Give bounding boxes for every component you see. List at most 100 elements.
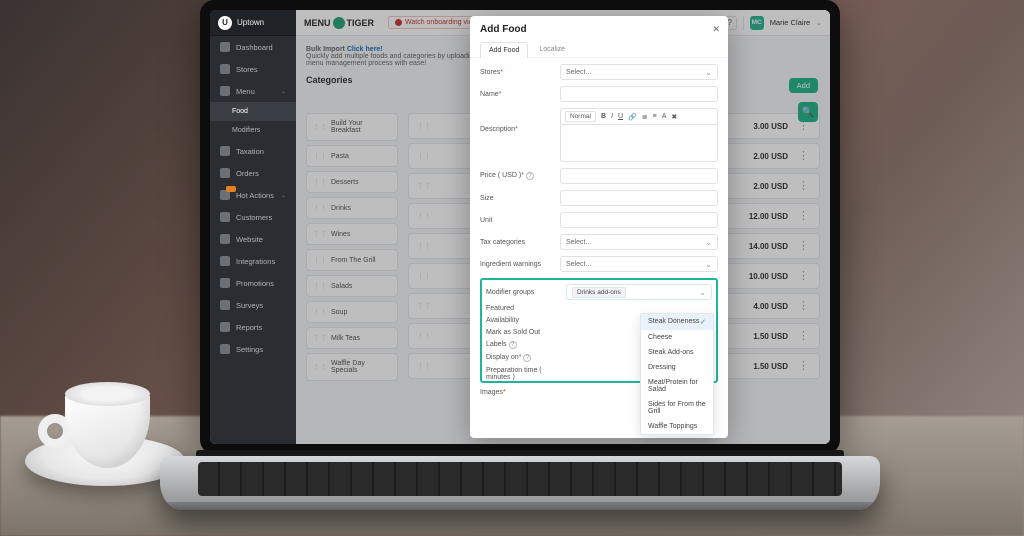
nav-modifiers[interactable]: Modifiers xyxy=(210,121,296,140)
modifier-groups-dropdown: Steak Doneness Cheese Steak Add-ons Dres… xyxy=(640,313,714,402)
nav-reports[interactable]: Reports xyxy=(210,316,296,338)
rich-text-toolbar[interactable]: Normal B I U 🔗 ≣ ≡ A ✖ xyxy=(560,108,718,124)
main-area: MENU TIGER Watch onboarding video FAQ eB… xyxy=(296,10,830,444)
nav-settings[interactable]: Settings xyxy=(210,338,296,360)
integrations-icon xyxy=(220,256,230,266)
field-label-name: Name* xyxy=(480,91,554,98)
info-icon[interactable]: ? xyxy=(523,354,531,362)
surveys-icon xyxy=(220,300,230,310)
field-label-labels: Labels? xyxy=(486,341,560,349)
laptop: U Uptown Dashboard Stores Menu ⌄ Food Mod… xyxy=(170,0,870,520)
tab-localize[interactable]: Localize xyxy=(530,41,574,57)
nav-taxation[interactable]: Taxation xyxy=(210,140,296,162)
workspace-name: Uptown xyxy=(237,18,264,27)
dashboard-icon xyxy=(220,42,230,52)
list-icon[interactable]: ≣ xyxy=(642,113,648,121)
nav-website[interactable]: Website xyxy=(210,228,296,250)
modifier-groups-callout: Modifier groups Drinks add-ons Featured … xyxy=(480,278,718,383)
tax-select[interactable]: Select... xyxy=(560,234,718,250)
select-placeholder: Select... xyxy=(566,69,591,76)
dropdown-option[interactable]: Meat/Protein for Salad xyxy=(641,375,713,397)
field-label-price: Price ( USD )*? xyxy=(480,172,554,180)
coffee-cup xyxy=(50,386,160,476)
warnings-select[interactable]: Select... xyxy=(560,256,718,272)
underline-icon[interactable]: U xyxy=(618,113,623,120)
field-label-size: Size xyxy=(480,195,554,202)
reports-icon xyxy=(220,322,230,332)
orders-icon xyxy=(220,168,230,178)
app-screen: U Uptown Dashboard Stores Menu ⌄ Food Mod… xyxy=(210,10,830,444)
dropdown-option[interactable]: Steak Doneness xyxy=(641,314,713,330)
font-icon[interactable]: A xyxy=(662,113,667,120)
nav-dashboard[interactable]: Dashboard xyxy=(210,36,296,58)
field-label-prep: Preparation time ( minutes ) xyxy=(486,367,560,381)
field-label-displayon: Display on*? xyxy=(486,354,560,362)
nav-stores[interactable]: Stores xyxy=(210,58,296,80)
info-icon[interactable]: ? xyxy=(526,172,534,180)
nav-promotions[interactable]: Promotions xyxy=(210,272,296,294)
hot-actions-icon xyxy=(220,190,230,200)
chevron-down-icon: ⌄ xyxy=(281,88,286,95)
italic-icon[interactable]: I xyxy=(611,113,613,120)
numbered-list-icon[interactable]: ≡ xyxy=(653,113,657,120)
nav-food[interactable]: Food xyxy=(210,102,296,121)
field-label-tax: Tax categories xyxy=(480,239,554,246)
dropdown-option[interactable]: Steak Add-ons xyxy=(641,345,713,360)
format-select[interactable]: Normal xyxy=(565,111,596,122)
nav-label: Promotions xyxy=(236,279,274,288)
size-input[interactable] xyxy=(560,190,718,206)
dropdown-option[interactable]: Sides for From the Grill xyxy=(641,397,713,402)
workspace-switcher[interactable]: U Uptown xyxy=(210,10,296,36)
clear-format-icon[interactable]: ✖ xyxy=(671,113,677,121)
website-icon xyxy=(220,234,230,244)
field-label-featured: Featured xyxy=(486,305,560,312)
settings-icon xyxy=(220,344,230,354)
nav-label: Dashboard xyxy=(236,43,273,52)
nav-hot-actions[interactable]: Hot Actions⌄ xyxy=(210,184,296,206)
customers-icon xyxy=(220,212,230,222)
selected-chip[interactable]: Drinks add-ons xyxy=(572,287,626,298)
workspace-avatar: U xyxy=(218,16,232,30)
nav-orders[interactable]: Orders xyxy=(210,162,296,184)
nav-label: Website xyxy=(236,235,263,244)
field-label-stores: Stores* xyxy=(480,69,554,76)
name-input[interactable] xyxy=(560,86,718,102)
field-label-images: Images* xyxy=(480,389,554,396)
nav-customers[interactable]: Customers xyxy=(210,206,296,228)
dropdown-option[interactable]: Dressing xyxy=(641,360,713,375)
stores-select[interactable]: Select... xyxy=(560,64,718,80)
menu-icon xyxy=(220,86,230,96)
description-textarea[interactable] xyxy=(560,124,718,162)
select-placeholder: Select... xyxy=(566,239,591,246)
field-label-availability: Availability xyxy=(486,317,560,324)
bold-icon[interactable]: B xyxy=(601,113,606,120)
info-icon[interactable]: ? xyxy=(509,341,517,349)
nav-label: Menu xyxy=(236,87,255,96)
close-icon[interactable]: ✕ xyxy=(712,24,720,35)
nav-label: Hot Actions xyxy=(236,191,274,200)
stores-icon xyxy=(220,64,230,74)
nav-integrations[interactable]: Integrations xyxy=(210,250,296,272)
nav-label: Settings xyxy=(236,345,263,354)
nav-label: Modifiers xyxy=(232,127,260,134)
nav-label: Stores xyxy=(236,65,258,74)
field-label-soldout: Mark as Sold Out xyxy=(486,329,560,336)
dropdown-option[interactable]: Cheese xyxy=(641,330,713,345)
nav-surveys[interactable]: Surveys xyxy=(210,294,296,316)
nav-label: Orders xyxy=(236,169,259,178)
modifier-groups-select[interactable]: Drinks add-ons xyxy=(566,284,712,300)
modal-title: Add Food xyxy=(480,24,718,35)
price-input[interactable] xyxy=(560,168,718,184)
nav-label: Surveys xyxy=(236,301,263,310)
side-nav: U Uptown Dashboard Stores Menu ⌄ Food Mod… xyxy=(210,10,296,444)
laptop-keyboard xyxy=(198,462,842,496)
field-label-modifier-groups: Modifier groups xyxy=(486,289,560,296)
promotions-icon xyxy=(220,278,230,288)
nav-label: Reports xyxy=(236,323,262,332)
field-label-unit: Unit xyxy=(480,217,554,224)
nav-label: Food xyxy=(232,108,248,115)
tab-add-food[interactable]: Add Food xyxy=(480,42,528,58)
link-icon[interactable]: 🔗 xyxy=(628,113,637,121)
unit-input[interactable] xyxy=(560,212,718,228)
nav-menu[interactable]: Menu ⌄ xyxy=(210,80,296,102)
